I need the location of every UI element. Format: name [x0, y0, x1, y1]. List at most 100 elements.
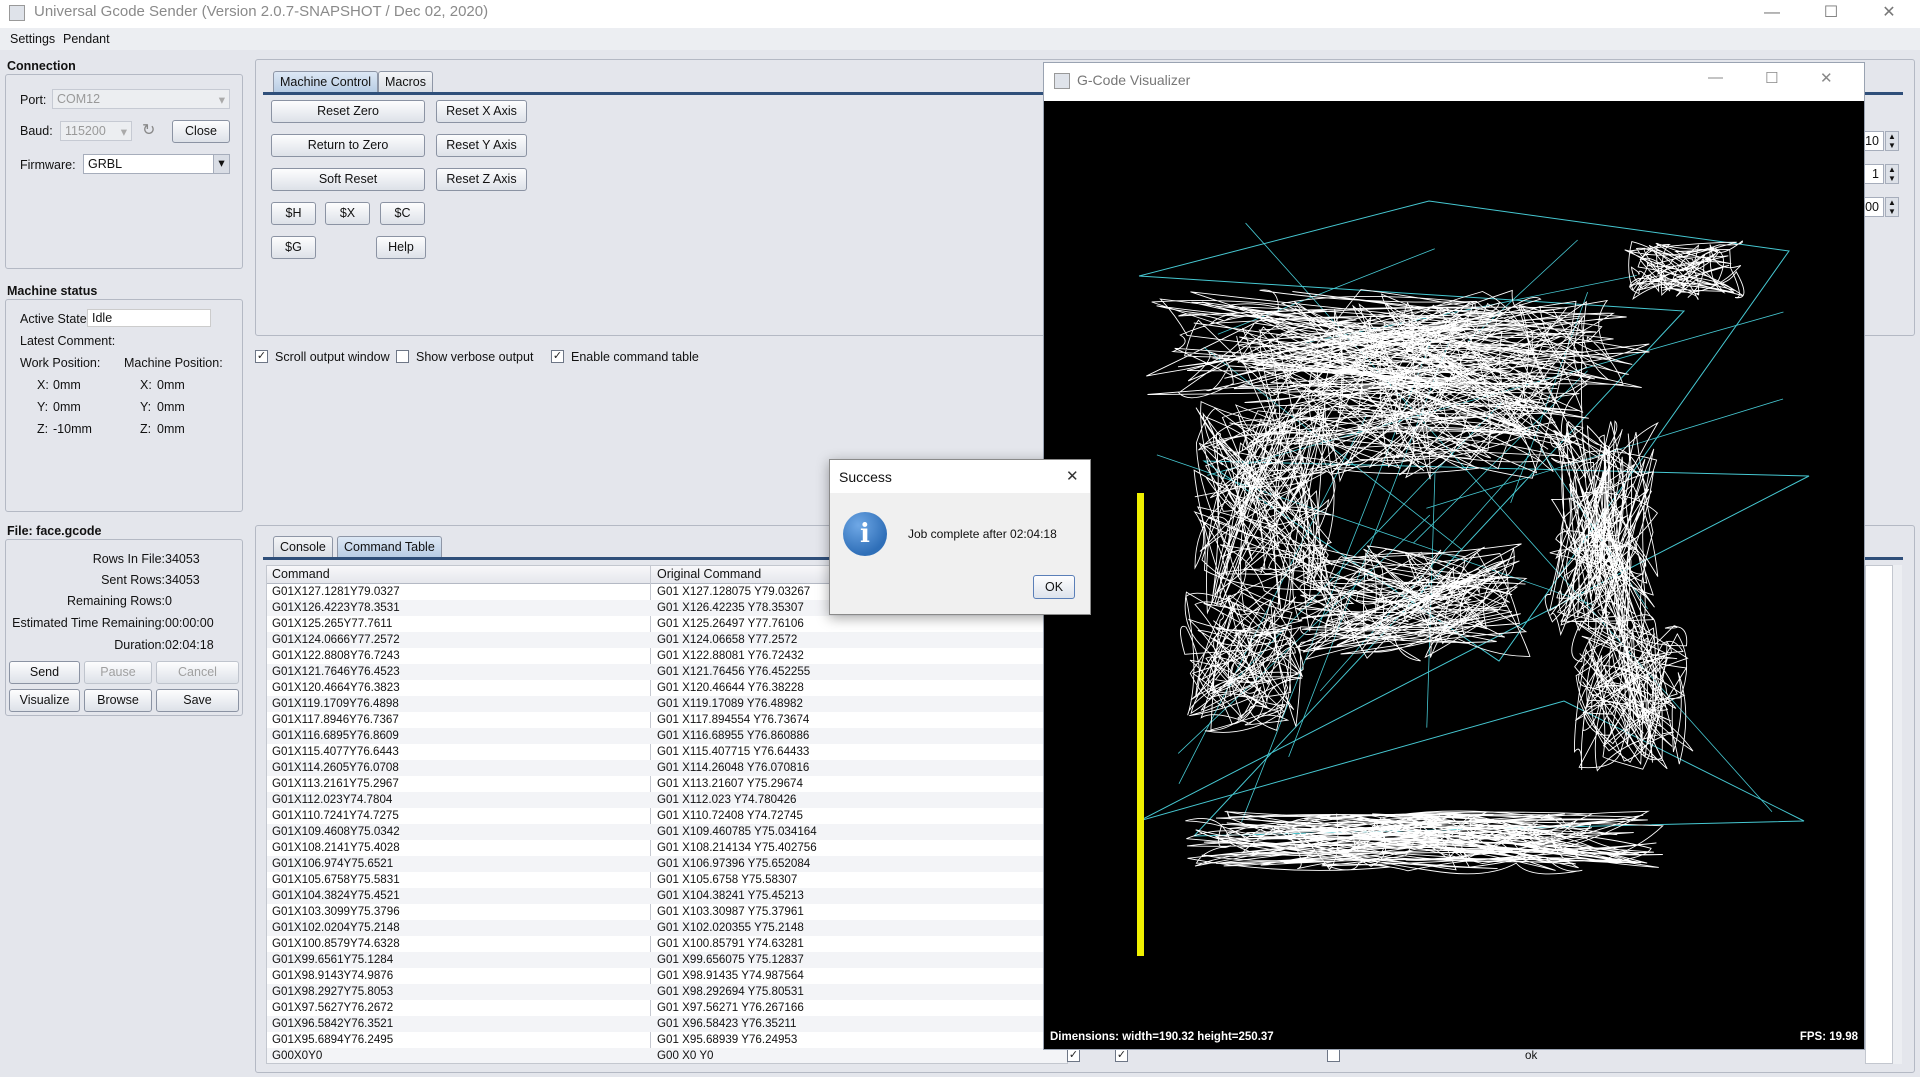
table-row[interactable]: G01X121.7646Y76.4523 G01 X121.76456 Y76.4…: [267, 664, 1067, 680]
cancel-button[interactable]: Cancel: [156, 661, 239, 684]
table-row[interactable]: G01X114.2605Y76.0708 G01 X114.26048 Y76.0…: [267, 760, 1067, 776]
reset-zero-button[interactable]: Reset Zero: [271, 100, 425, 123]
close-connection-button[interactable]: Close: [172, 120, 230, 143]
firmware-select[interactable]: GRBL ▾: [83, 154, 230, 174]
scroll-output-checkbox[interactable]: ✓: [255, 350, 268, 363]
tab-macros[interactable]: Macros: [378, 71, 433, 93]
tab-command-table[interactable]: Command Table: [337, 536, 442, 558]
return-to-zero-button[interactable]: Return to Zero: [271, 134, 425, 157]
table-row[interactable]: G01X104.3824Y75.4521 G01 X104.38241 Y75.4…: [267, 888, 1067, 904]
visualizer-maximize-button[interactable]: ☐: [1765, 69, 1778, 87]
dialog-close-button[interactable]: ✕: [1066, 467, 1079, 485]
home-command-button[interactable]: $H: [271, 202, 316, 225]
menu-pendant[interactable]: Pendant: [63, 32, 110, 46]
success-dialog[interactable]: Success ✕ i Job complete after 02:04:18 …: [829, 459, 1091, 615]
cell-command: G01X96.5842Y76.3521: [272, 1017, 394, 1030]
visualizer-close-button[interactable]: ✕: [1820, 69, 1833, 87]
header-original-command[interactable]: Original Command: [657, 567, 761, 581]
unlock-command-button[interactable]: $X: [325, 202, 370, 225]
help-button[interactable]: Help: [376, 236, 426, 259]
table-row[interactable]: G01X103.3099Y75.3796 G01 X103.30987 Y75.3…: [267, 904, 1067, 920]
scroll-output-label: Scroll output window: [275, 350, 390, 364]
visualize-button[interactable]: Visualize: [9, 689, 80, 712]
port-select[interactable]: COM12 ▾: [52, 89, 230, 109]
table-body: G01X127.1281Y79.0327 G01 X127.128075 Y79.…: [267, 584, 1067, 1063]
table-row[interactable]: G01X99.6561Y75.1284 G01 X99.656075 Y75.12…: [267, 952, 1067, 968]
machine-x-label: X:: [140, 378, 152, 392]
visualizer-canvas[interactable]: Dimensions: width=190.32 height=250.37 F…: [1044, 101, 1864, 1049]
table-row[interactable]: G01X102.0204Y75.2148 G01 X102.020355 Y75.…: [267, 920, 1067, 936]
machine-z-value: 0mm: [157, 422, 185, 436]
table-row[interactable]: G01X98.9143Y74.9876 G01 X98.91435 Y74.987…: [267, 968, 1067, 984]
spinner-arrows-icon[interactable]: ▲ ▼: [1885, 131, 1899, 151]
table-row[interactable]: G01X105.6758Y75.5831 G01 X105.6758 Y75.58…: [267, 872, 1067, 888]
save-button[interactable]: Save: [156, 689, 239, 712]
visualizer-dimensions: Dimensions: width=190.32 height=250.37: [1050, 1031, 1274, 1043]
table-row[interactable]: G01X124.0666Y77.2572 G01 X124.06658 Y77.2…: [267, 632, 1067, 648]
gcode-visualizer-window[interactable]: G-Code Visualizer — ☐ ✕ Dimensions: widt…: [1043, 62, 1865, 1050]
tab-machine-control[interactable]: Machine Control: [273, 71, 379, 93]
close-window-button[interactable]: ✕: [1866, 0, 1912, 28]
gcode-state-command-button[interactable]: $G: [271, 236, 316, 259]
dialog-ok-button[interactable]: OK: [1033, 575, 1075, 599]
spinner-arrows-icon[interactable]: ▲ ▼: [1885, 164, 1899, 184]
table-row[interactable]: G01X100.8579Y74.6328 G01 X100.85791 Y74.6…: [267, 936, 1067, 952]
table-row[interactable]: G01X96.5842Y76.3521 G01 X96.58423 Y76.352…: [267, 1016, 1067, 1032]
cell-command: G01X115.4077Y76.6443: [272, 745, 399, 758]
table-row[interactable]: G01X95.6894Y76.2495 G01 X95.68939 Y76.249…: [267, 1032, 1067, 1048]
cell-command: G01X125.265Y77.7611: [272, 617, 393, 630]
minimize-button[interactable]: —: [1749, 0, 1795, 28]
table-row[interactable]: G01X110.7241Y74.7275 G01 X110.72408 Y74.7…: [267, 808, 1067, 824]
reset-x-axis-button[interactable]: Reset X Axis: [436, 100, 527, 123]
sent-rows-label: Sent Rows:: [101, 573, 165, 587]
enable-command-table-checkbox[interactable]: ✓: [551, 350, 564, 363]
reset-y-axis-button[interactable]: Reset Y Axis: [436, 134, 527, 157]
header-command[interactable]: Command: [272, 567, 330, 581]
machine-status-title: Machine status: [7, 284, 98, 298]
browse-button[interactable]: Browse: [84, 689, 152, 712]
table-row[interactable]: G01X98.2927Y75.8053 G01 X98.292694 Y75.80…: [267, 984, 1067, 1000]
check-mode-command-button[interactable]: $C: [380, 202, 425, 225]
table-row[interactable]: G01X125.265Y77.7611 G01 X125.26497 Y77.76…: [267, 616, 1067, 632]
visualizer-minimize-button[interactable]: —: [1708, 69, 1723, 86]
table-row[interactable]: G01X112.023Y74.7804 G01 X112.023 Y74.7804…: [267, 792, 1067, 808]
dialog-title: Success: [839, 469, 892, 485]
spinner-arrows-icon[interactable]: ▲ ▼: [1885, 197, 1899, 217]
table-row[interactable]: G01X106.974Y75.6521 G01 X106.97396 Y75.65…: [267, 856, 1067, 872]
soft-reset-button[interactable]: Soft Reset: [271, 168, 425, 191]
cell-original-command: G01 X104.38241 Y75.45213: [657, 889, 804, 902]
table-row[interactable]: G01X115.4077Y76.6443 G01 X115.407715 Y76.…: [267, 744, 1067, 760]
maximize-button[interactable]: ☐: [1808, 0, 1854, 28]
reset-z-axis-button[interactable]: Reset Z Axis: [436, 168, 527, 191]
menu-settings[interactable]: Settings: [10, 32, 55, 46]
table-row[interactable]: G01X119.1709Y76.4898 G01 X119.17089 Y76.4…: [267, 696, 1067, 712]
tab-console[interactable]: Console: [273, 536, 333, 558]
table-row[interactable]: G01X122.8808Y76.7243 G01 X122.88081 Y76.7…: [267, 648, 1067, 664]
cell-command: G01X113.2161Y75.2967: [272, 777, 399, 790]
table-row[interactable]: G01X97.5627Y76.2672 G01 X97.56271 Y76.267…: [267, 1000, 1067, 1016]
dialog-header: Success ✕: [830, 460, 1090, 493]
machine-position-label: Machine Position:: [124, 356, 223, 370]
send-button[interactable]: Send: [9, 661, 80, 684]
table-scrollbar[interactable]: [1892, 565, 1902, 1064]
table-row[interactable]: G00X0Y0 G00 X0 Y0: [267, 1048, 1067, 1063]
table-row[interactable]: G01X108.2141Y75.4028 G01 X108.214134 Y75.…: [267, 840, 1067, 856]
table-row[interactable]: G01X113.2161Y75.2967 G01 X113.21607 Y75.2…: [267, 776, 1067, 792]
work-y-label: Y:: [37, 400, 49, 414]
table-row[interactable]: G01X120.4664Y76.3823 G01 X120.46644 Y76.3…: [267, 680, 1067, 696]
active-state-value: Idle: [87, 309, 211, 327]
cell-command: G01X120.4664Y76.3823: [272, 681, 400, 694]
table-row[interactable]: G01X116.6895Y76.8609 G01 X116.68955 Y76.8…: [267, 728, 1067, 744]
table-row[interactable]: G01X117.8946Y76.7367 G01 X117.894554 Y76.…: [267, 712, 1067, 728]
baud-select[interactable]: 115200 ▾: [60, 121, 132, 141]
command-table[interactable]: Command Original Command G01X127.1281Y79…: [266, 565, 1068, 1064]
table-row[interactable]: G01X109.4608Y75.0342 G01 X109.460785 Y75.…: [267, 824, 1067, 840]
machine-y-value: 0mm: [157, 400, 185, 414]
toolpath-segment: [1180, 591, 1304, 733]
verbose-output-checkbox[interactable]: [396, 350, 409, 363]
refresh-icon[interactable]: ↻: [142, 120, 162, 140]
cell-command: G01X98.9143Y74.9876: [272, 969, 394, 982]
chevron-down-icon: ▾: [213, 155, 229, 173]
pause-button[interactable]: Pause: [84, 661, 152, 684]
z-depth-indicator: [1137, 493, 1144, 956]
